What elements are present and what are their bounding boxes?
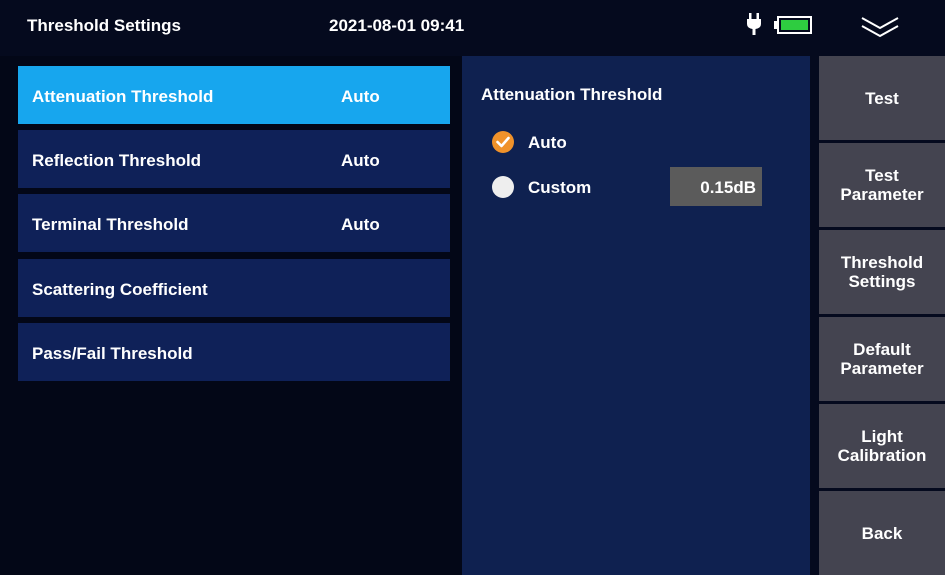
menu-item-label: Terminal Threshold xyxy=(32,215,189,234)
datetime-display: 2021-08-01 09:41 xyxy=(329,16,465,35)
menu-item-label: Scattering Coefficient xyxy=(32,280,208,299)
test-button[interactable]: Test xyxy=(819,56,945,140)
menu-item-pass-fail-threshold[interactable]: Pass/Fail Threshold xyxy=(18,323,450,381)
plug-icon xyxy=(744,12,764,36)
battery-icon xyxy=(774,16,812,34)
radio-unchecked-icon xyxy=(492,176,514,198)
radio-checked-icon xyxy=(492,131,514,153)
detail-title: Attenuation Threshold xyxy=(481,85,663,104)
light-calibration-button-label: Light Calibration xyxy=(837,427,927,465)
test-button-label: Test xyxy=(865,88,899,108)
test-parameter-button-label: Test Parameter xyxy=(840,166,924,204)
detail-panel: Attenuation Threshold Auto Custom 0.15dB xyxy=(462,56,810,575)
custom-threshold-value: 0.15dB xyxy=(700,178,756,197)
menu-item-value: Auto xyxy=(341,151,380,170)
menu-item-label: Attenuation Threshold xyxy=(32,87,214,106)
threshold-menu: Attenuation Threshold Auto Reflection Th… xyxy=(0,56,462,575)
menu-item-value: Auto xyxy=(341,215,380,234)
page-title: Threshold Settings xyxy=(27,16,181,35)
custom-radio-label: Custom xyxy=(528,178,592,197)
custom-threshold-input[interactable]: 0.15dB xyxy=(670,167,762,206)
status-bar: Threshold Settings 2021-08-01 09:41 xyxy=(0,0,945,56)
threshold-settings-button-label: Threshold Settings xyxy=(840,253,924,291)
menu-item-scattering-coefficient[interactable]: Scattering Coefficient xyxy=(18,259,450,317)
auto-radio-label: Auto xyxy=(528,133,567,152)
menu-item-reflection-threshold[interactable]: Reflection Threshold Auto xyxy=(18,130,450,188)
menu-item-value: Auto xyxy=(341,87,380,106)
menu-item-label: Reflection Threshold xyxy=(32,151,202,170)
back-button[interactable]: Back xyxy=(819,491,945,575)
menu-item-terminal-threshold[interactable]: Terminal Threshold Auto xyxy=(18,194,450,252)
side-nav: Test Test Parameter Threshold Settings D… xyxy=(810,56,945,575)
menu-item-label: Pass/Fail Threshold xyxy=(32,344,193,363)
default-parameter-button[interactable]: Default Parameter xyxy=(819,317,945,401)
light-calibration-button[interactable]: Light Calibration xyxy=(819,404,945,488)
menu-item-attenuation-threshold[interactable]: Attenuation Threshold Auto xyxy=(18,66,450,124)
test-parameter-button[interactable]: Test Parameter xyxy=(819,143,945,227)
threshold-settings-button[interactable]: Threshold Settings xyxy=(819,230,945,314)
default-parameter-button-label: Default Parameter xyxy=(840,340,924,378)
chevron-down-icon[interactable] xyxy=(850,10,910,46)
back-button-label: Back xyxy=(861,523,903,543)
